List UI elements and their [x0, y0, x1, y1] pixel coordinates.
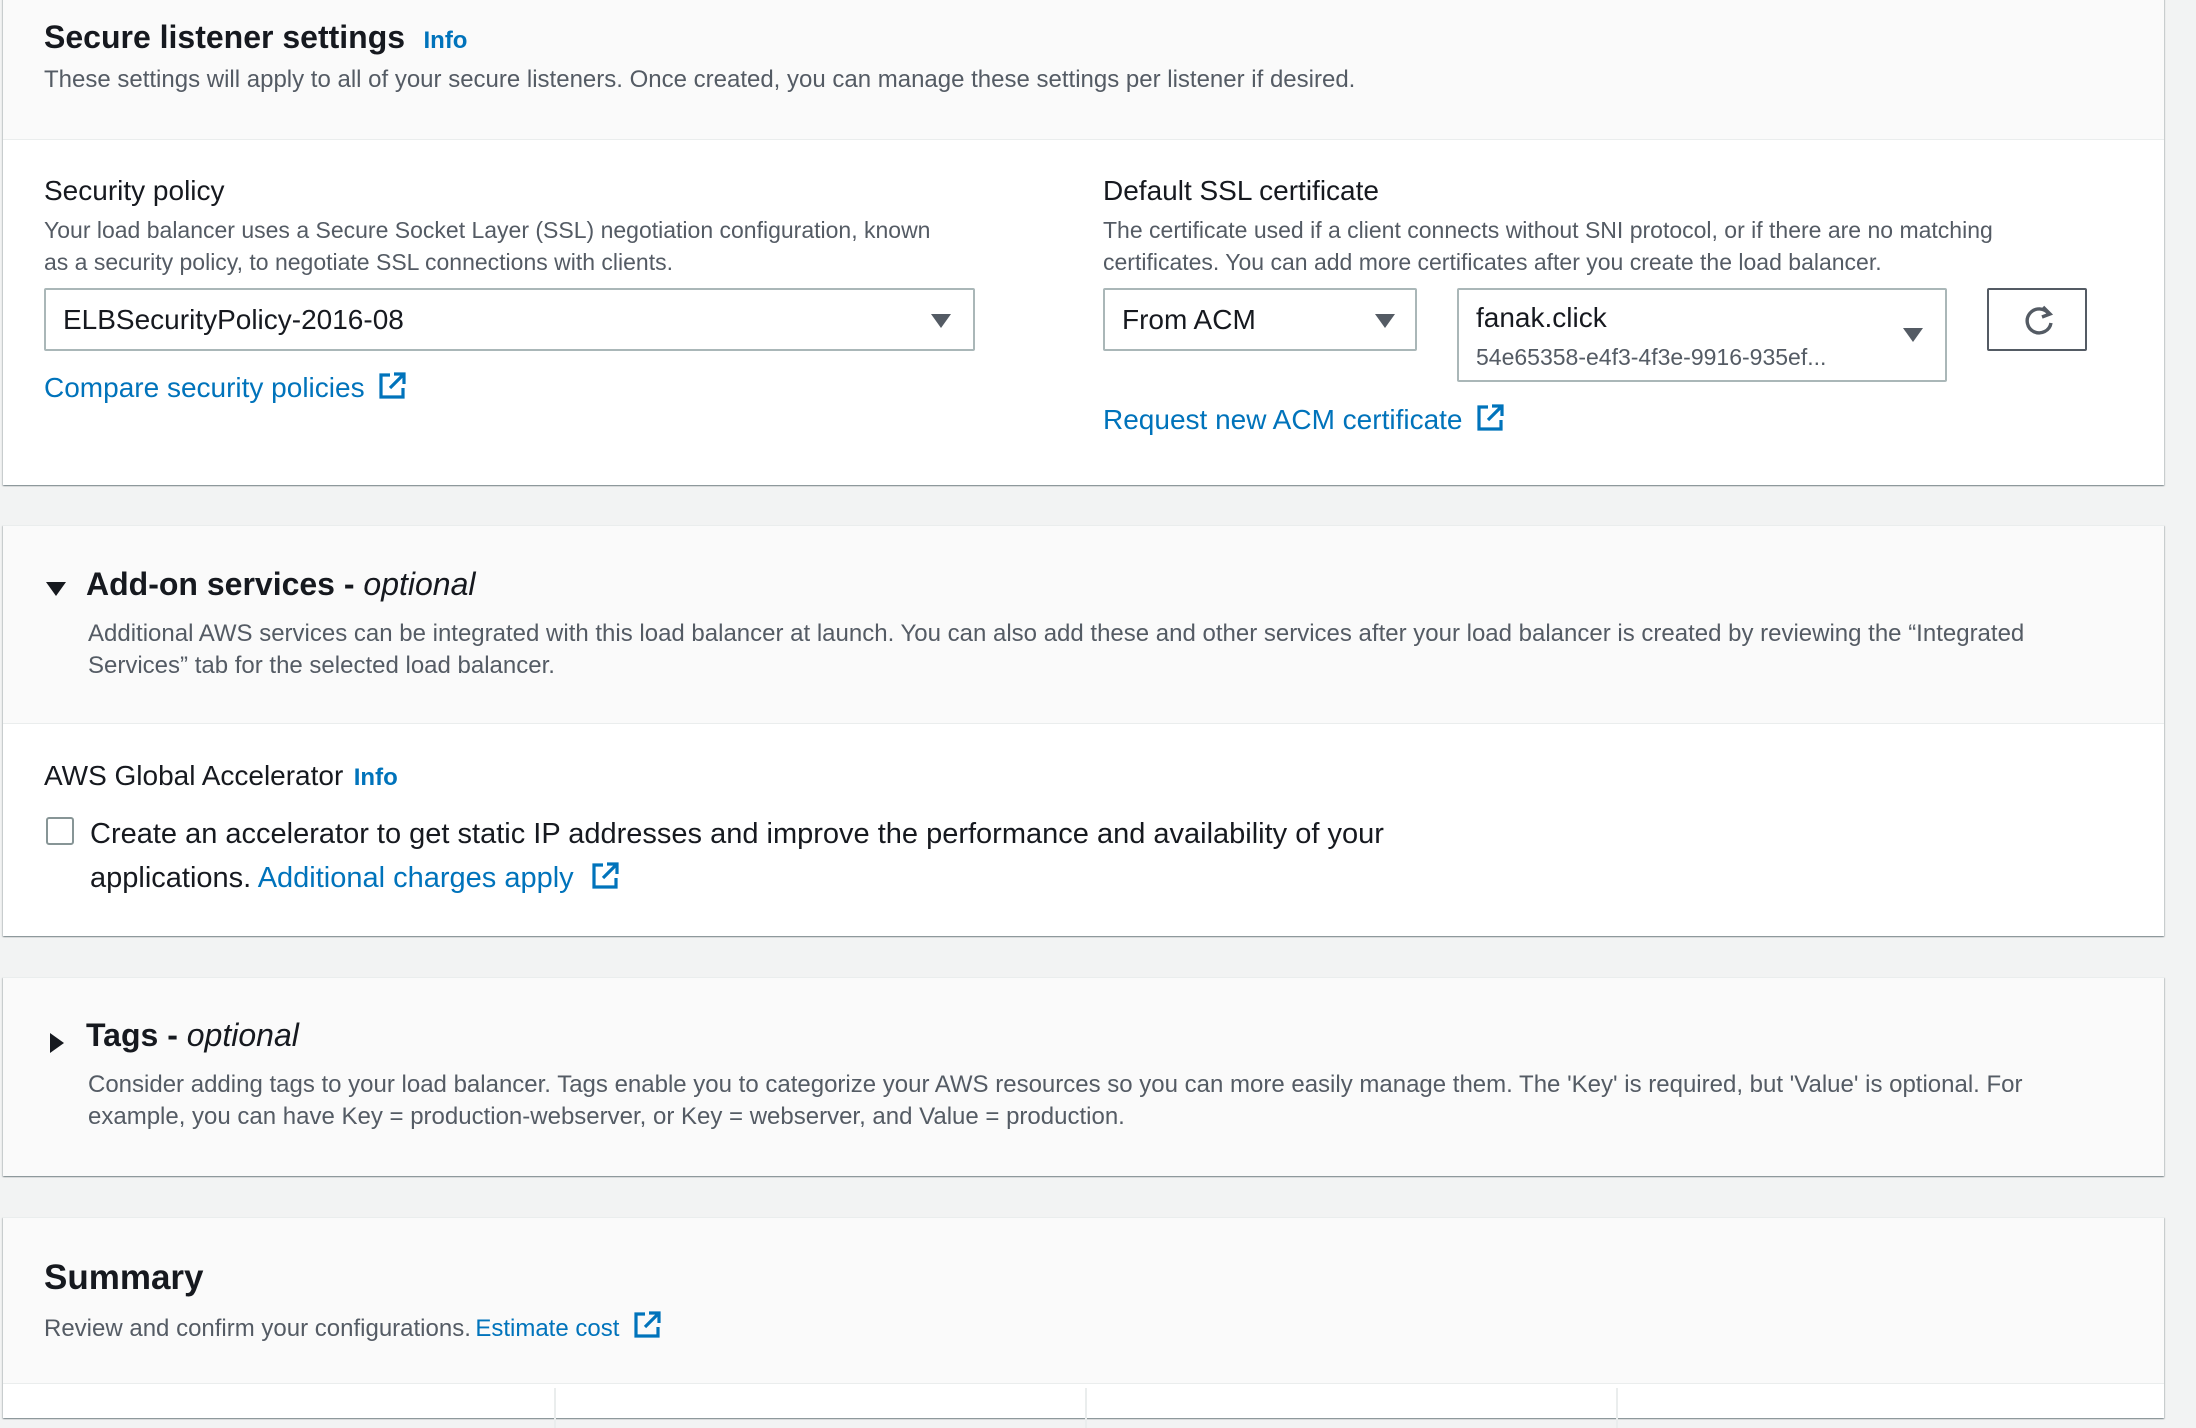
- secure-listener-description: These settings will apply to all of your…: [44, 66, 1356, 93]
- security-policy-value: ELBSecurityPolicy-2016-08: [63, 304, 404, 335]
- certificate-source-value: From ACM: [1122, 304, 1256, 335]
- certificate-select[interactable]: fanak.click 54e65358-e4f3-4f3e-9916-935e…: [1457, 288, 1947, 382]
- caret-down-icon: [931, 314, 951, 328]
- secure-listener-title: Secure listener settings: [44, 19, 406, 55]
- ssl-certificate-description-line: certificates. You can add more certifica…: [1103, 249, 1882, 275]
- summary-column-divider: [1616, 1388, 1618, 1428]
- expand-caret-icon[interactable]: [47, 1031, 67, 1060]
- tags-description-line: Consider adding tags to your load balanc…: [88, 1071, 2023, 1098]
- summary-column-divider: [1085, 1388, 1087, 1428]
- tags-title: Tags - optional: [86, 1017, 299, 1054]
- secure-listener-title-row: Secure listener settings Info: [44, 19, 467, 56]
- global-accelerator-checkbox[interactable]: [46, 817, 74, 845]
- checkbox-label-line: applications. Additional charges apply: [90, 856, 1384, 904]
- summary-title: Summary: [44, 1258, 204, 1297]
- external-link-icon[interactable]: [377, 371, 407, 406]
- addon-services-description: Additional AWS services can be integrate…: [88, 618, 2024, 682]
- addon-services-panel: Add-on services - optional Additional AW…: [3, 525, 2164, 936]
- security-policy-description-line: Your load balancer uses a Secure Socket …: [44, 217, 931, 243]
- security-policy-select[interactable]: ELBSecurityPolicy-2016-08: [44, 288, 975, 351]
- global-accelerator-info-link[interactable]: Info: [354, 764, 398, 791]
- tags-panel: Tags - optional Consider adding tags to …: [3, 977, 2164, 1176]
- ssl-certificate-label: Default SSL certificate: [1103, 175, 1379, 206]
- refresh-certificates-button[interactable]: [1987, 288, 2087, 351]
- summary-panel: Summary Review and confirm your configur…: [3, 1217, 2164, 1428]
- tags-optional-text: optional: [186, 1017, 299, 1053]
- tags-header[interactable]: Tags - optional Consider adding tags to …: [3, 978, 2164, 1176]
- tags-description: Consider adding tags to your load balanc…: [88, 1069, 2023, 1133]
- summary-description-row: Review and confirm your configurations. …: [44, 1310, 662, 1345]
- addon-services-header[interactable]: Add-on services - optional Additional AW…: [3, 526, 2164, 724]
- security-policy-label: Security policy: [44, 175, 225, 206]
- external-link-icon[interactable]: [1475, 403, 1505, 438]
- addon-description-line: Additional AWS services can be integrate…: [88, 620, 2025, 647]
- checkbox-label-line: Create an accelerator to get static IP a…: [90, 818, 1384, 850]
- request-certificate-row: Request new ACM certificate: [1103, 403, 1505, 438]
- addon-services-optional-text: optional: [363, 566, 476, 602]
- global-accelerator-heading: AWS Global Accelerator Info: [44, 760, 398, 792]
- additional-charges-link[interactable]: Additional charges apply: [258, 862, 574, 894]
- secure-listener-panel: Secure listener settings Info These sett…: [3, 0, 2164, 485]
- summary-description: Review and confirm your configurations.: [44, 1315, 471, 1342]
- security-policy-description: Your load balancer uses a Secure Socket …: [44, 214, 930, 278]
- secure-listener-header: Secure listener settings Info These sett…: [3, 0, 2164, 140]
- external-link-icon[interactable]: [590, 860, 620, 904]
- tags-title-text: Tags -: [86, 1017, 187, 1053]
- estimate-cost-link[interactable]: Estimate cost: [475, 1315, 619, 1342]
- summary-header: Summary Review and confirm your configur…: [3, 1218, 2164, 1384]
- addon-services-title: Add-on services - optional: [86, 566, 476, 603]
- addon-services-title-text: Add-on services -: [86, 566, 364, 602]
- caret-down-icon: [1903, 328, 1923, 342]
- compare-policies-row: Compare security policies: [44, 371, 407, 406]
- caret-down-icon: [1375, 314, 1395, 328]
- tags-description-line: example, you can have Key = production-w…: [88, 1103, 1125, 1130]
- ssl-certificate-description-line: The certificate used if a client connect…: [1103, 217, 1993, 243]
- secure-listener-info-link[interactable]: Info: [423, 27, 467, 54]
- refresh-icon: [2022, 304, 2056, 343]
- summary-column-divider: [554, 1388, 556, 1428]
- collapse-caret-icon[interactable]: [44, 579, 68, 604]
- checkbox-label-text: applications.: [90, 862, 252, 894]
- compare-security-policies-link[interactable]: Compare security policies: [44, 372, 365, 403]
- ssl-certificate-description: The certificate used if a client connect…: [1103, 214, 1993, 278]
- global-accelerator-label: AWS Global Accelerator: [44, 760, 344, 791]
- certificate-name: fanak.click: [1476, 302, 1607, 333]
- security-policy-description-line: as a security policy, to negotiate SSL c…: [44, 249, 673, 275]
- request-acm-certificate-link[interactable]: Request new ACM certificate: [1103, 404, 1463, 435]
- external-link-icon[interactable]: [632, 1310, 662, 1345]
- addon-description-line: Services” tab for the selected load bala…: [88, 652, 555, 679]
- global-accelerator-checkbox-label: Create an accelerator to get static IP a…: [90, 812, 1384, 904]
- certificate-source-select[interactable]: From ACM: [1103, 288, 1417, 351]
- certificate-id: 54e65358-e4f3-4f3e-9916-935ef...: [1476, 344, 1827, 370]
